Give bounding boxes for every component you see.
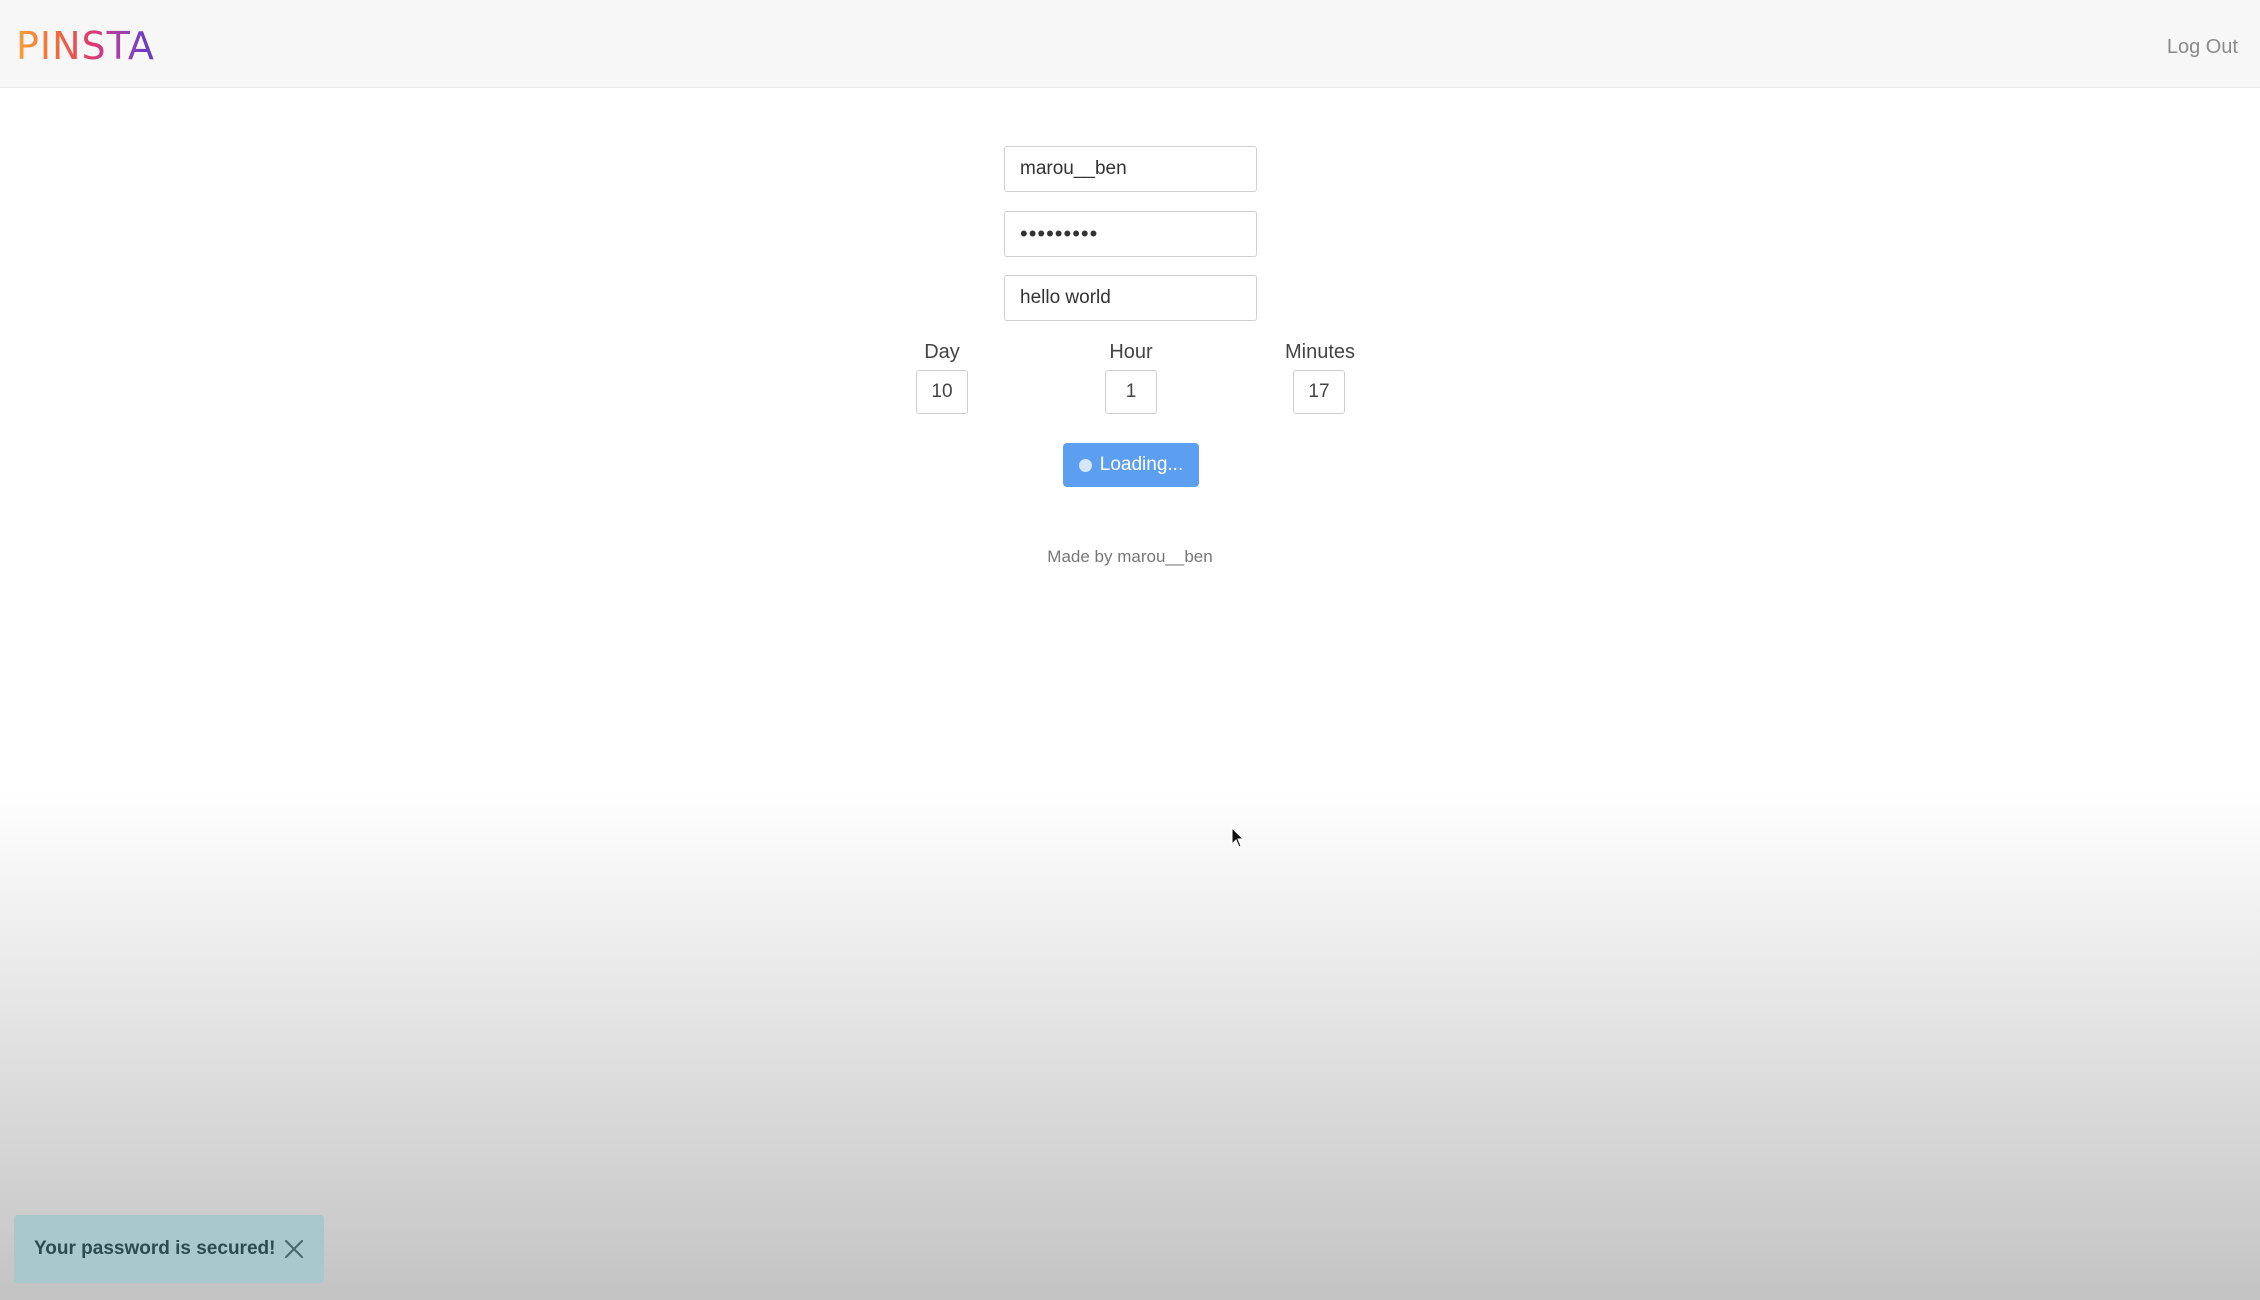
hour-input[interactable] [1105,370,1157,414]
submit-loading-button[interactable]: Loading... [1063,443,1199,487]
close-icon[interactable] [282,1237,306,1261]
brand-logo[interactable]: PINSTA [16,22,155,70]
day-input[interactable] [916,370,968,414]
minutes-input[interactable] [1293,370,1345,414]
message-input[interactable] [1004,275,1257,321]
toast-message: Your password is secured! [34,1238,276,1259]
spinner-icon [1078,458,1092,472]
hour-label: Hour [1109,341,1153,363]
minutes-label: Minutes [1284,341,1356,363]
toast-notification: Your password is secured! [14,1215,324,1283]
username-input[interactable] [1004,146,1257,192]
credit-text: Made by marou__ben [1047,547,1213,566]
password-input[interactable] [1004,211,1257,257]
day-label: Day [924,341,960,363]
submit-label: Loading... [1099,454,1184,475]
mouse-pointer-icon [1231,827,1245,848]
navbar: PINSTA Log Out [0,0,2260,88]
logout-link[interactable]: Log Out [2167,36,2238,59]
